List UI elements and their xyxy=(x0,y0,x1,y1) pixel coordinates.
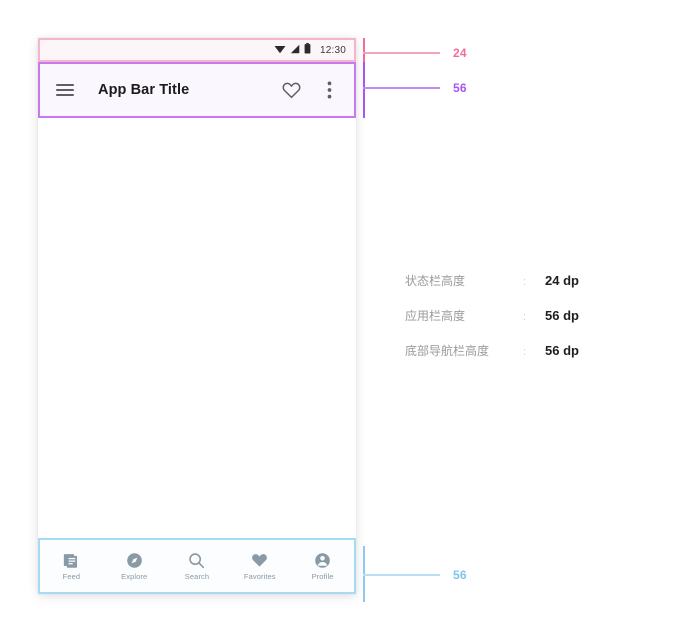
nav-label: Feed xyxy=(62,571,81,581)
nav-item-profile[interactable]: Profile xyxy=(291,552,354,581)
legend-separator: : xyxy=(523,346,527,358)
heart-filled-icon xyxy=(251,552,268,569)
search-icon xyxy=(188,552,205,569)
annotation-bracket-status-bar xyxy=(363,38,365,62)
legend-label: 应用栏高度 xyxy=(405,309,466,323)
compass-icon xyxy=(126,552,143,569)
content-area xyxy=(38,118,356,538)
app-bar-title: App Bar Title xyxy=(98,82,190,98)
legend-separator: : xyxy=(523,276,527,288)
nav-item-explore[interactable]: Explore xyxy=(103,552,166,581)
phone-mockup: 12:30 App Bar Title Feed Explore Search … xyxy=(38,38,356,594)
person-circle-icon xyxy=(314,552,331,569)
legend-row: 应用栏高度 : 56 dp xyxy=(405,307,635,342)
nav-label: Explore xyxy=(121,571,148,581)
hamburger-menu-icon[interactable] xyxy=(53,78,77,102)
signal-icon xyxy=(290,41,300,59)
annotation-line-app-bar xyxy=(363,87,440,89)
annotation-bracket-app-bar xyxy=(363,62,365,118)
nav-label: Favorites xyxy=(243,571,276,581)
bottom-navigation-bar: Feed Explore Search Favorites Profile xyxy=(38,538,356,594)
status-bar-clock: 12:30 xyxy=(319,44,346,56)
status-bar-icons: 12:30 xyxy=(274,41,346,59)
nav-label: Search xyxy=(184,571,210,581)
annotation-label-status-bar: 24 xyxy=(453,46,467,60)
nav-item-search[interactable]: Search xyxy=(166,552,229,581)
annotation-line-status-bar xyxy=(363,52,440,54)
annotation-label-app-bar: 56 xyxy=(453,81,467,95)
nav-label: Profile xyxy=(311,571,334,581)
legend-row: 底部导航栏高度 : 56 dp xyxy=(405,342,635,377)
legend-value: 56 dp xyxy=(545,343,579,358)
nav-item-feed[interactable]: Feed xyxy=(40,552,103,581)
legend-separator: : xyxy=(523,311,527,323)
legend-table: 状态栏高度 : 24 dp 应用栏高度 : 56 dp 底部导航栏高度 : 56… xyxy=(405,272,635,377)
status-bar: 12:30 xyxy=(38,38,356,62)
overflow-menu-icon[interactable] xyxy=(317,78,341,102)
nav-item-favorites[interactable]: Favorites xyxy=(228,552,291,581)
feed-article-icon xyxy=(63,552,80,569)
wifi-icon xyxy=(274,41,286,59)
annotation-label-bottom-nav: 56 xyxy=(453,568,467,582)
legend-value: 56 dp xyxy=(545,308,579,323)
app-bar: App Bar Title xyxy=(38,62,356,118)
legend-label: 底部导航栏高度 xyxy=(405,344,490,358)
annotation-line-bottom-nav xyxy=(363,574,440,576)
battery-icon xyxy=(304,41,311,59)
legend-value: 24 dp xyxy=(545,273,579,288)
heart-outline-icon[interactable] xyxy=(279,78,303,102)
legend-label: 状态栏高度 xyxy=(405,274,466,288)
legend-row: 状态栏高度 : 24 dp xyxy=(405,272,635,307)
